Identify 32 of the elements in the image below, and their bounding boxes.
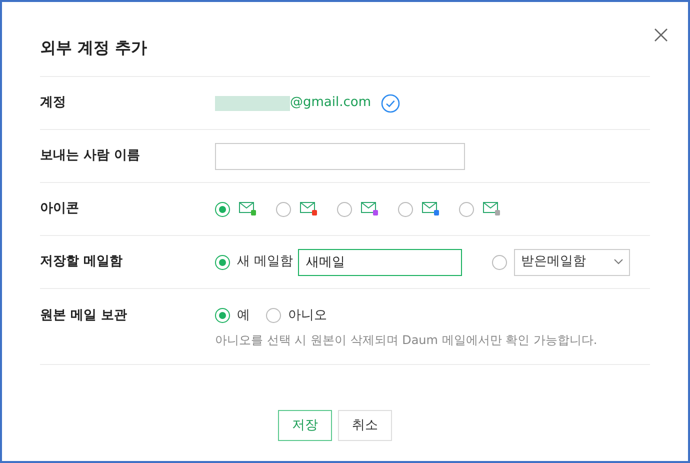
mail-icon [483, 202, 501, 216]
mail-icon [422, 202, 440, 216]
field-label: 원본 메일 보관 [40, 307, 128, 325]
dialog-title: 외부 계정 추가 [40, 37, 148, 59]
mail-icon [361, 202, 379, 216]
field-label: 아이콘 [40, 200, 80, 218]
chevron-down-icon [614, 259, 624, 265]
radio-label: 새 메일함 [237, 253, 294, 272]
radio-button[interactable] [276, 202, 291, 216]
mail-icon [239, 202, 257, 216]
radio-button[interactable] [215, 254, 230, 270]
radio-label: 예 [237, 307, 250, 325]
radio-button[interactable] [266, 308, 281, 324]
radio-button[interactable] [398, 202, 413, 216]
field-label: 보내는 사람 이름 [40, 147, 142, 166]
radio-button[interactable] [215, 202, 230, 216]
radio-button[interactable] [215, 308, 230, 324]
close-button[interactable] [654, 28, 668, 42]
sender-name-field[interactable] [215, 142, 465, 170]
field-label: 계정 [40, 94, 67, 112]
field-label: 저장할 메일함 [40, 253, 124, 272]
cancel-button[interactable]: 취소 [338, 410, 392, 441]
new-folder-field[interactable]: 새메일 [298, 248, 462, 276]
close-icon [654, 28, 668, 42]
radio-button[interactable] [492, 254, 508, 270]
help-text: 아니오를 선택 시 원본이 삭제되며 Daum 메일에서만 확인 가능합니다. [215, 332, 598, 348]
radio-button[interactable] [337, 202, 352, 216]
radio-button[interactable] [459, 202, 474, 216]
radio-label: 아니오 [288, 307, 327, 325]
account-email: @gmail.com [290, 94, 372, 112]
mail-icon [300, 202, 318, 216]
folder-dropdown[interactable]: 받은메일함 [514, 248, 630, 276]
